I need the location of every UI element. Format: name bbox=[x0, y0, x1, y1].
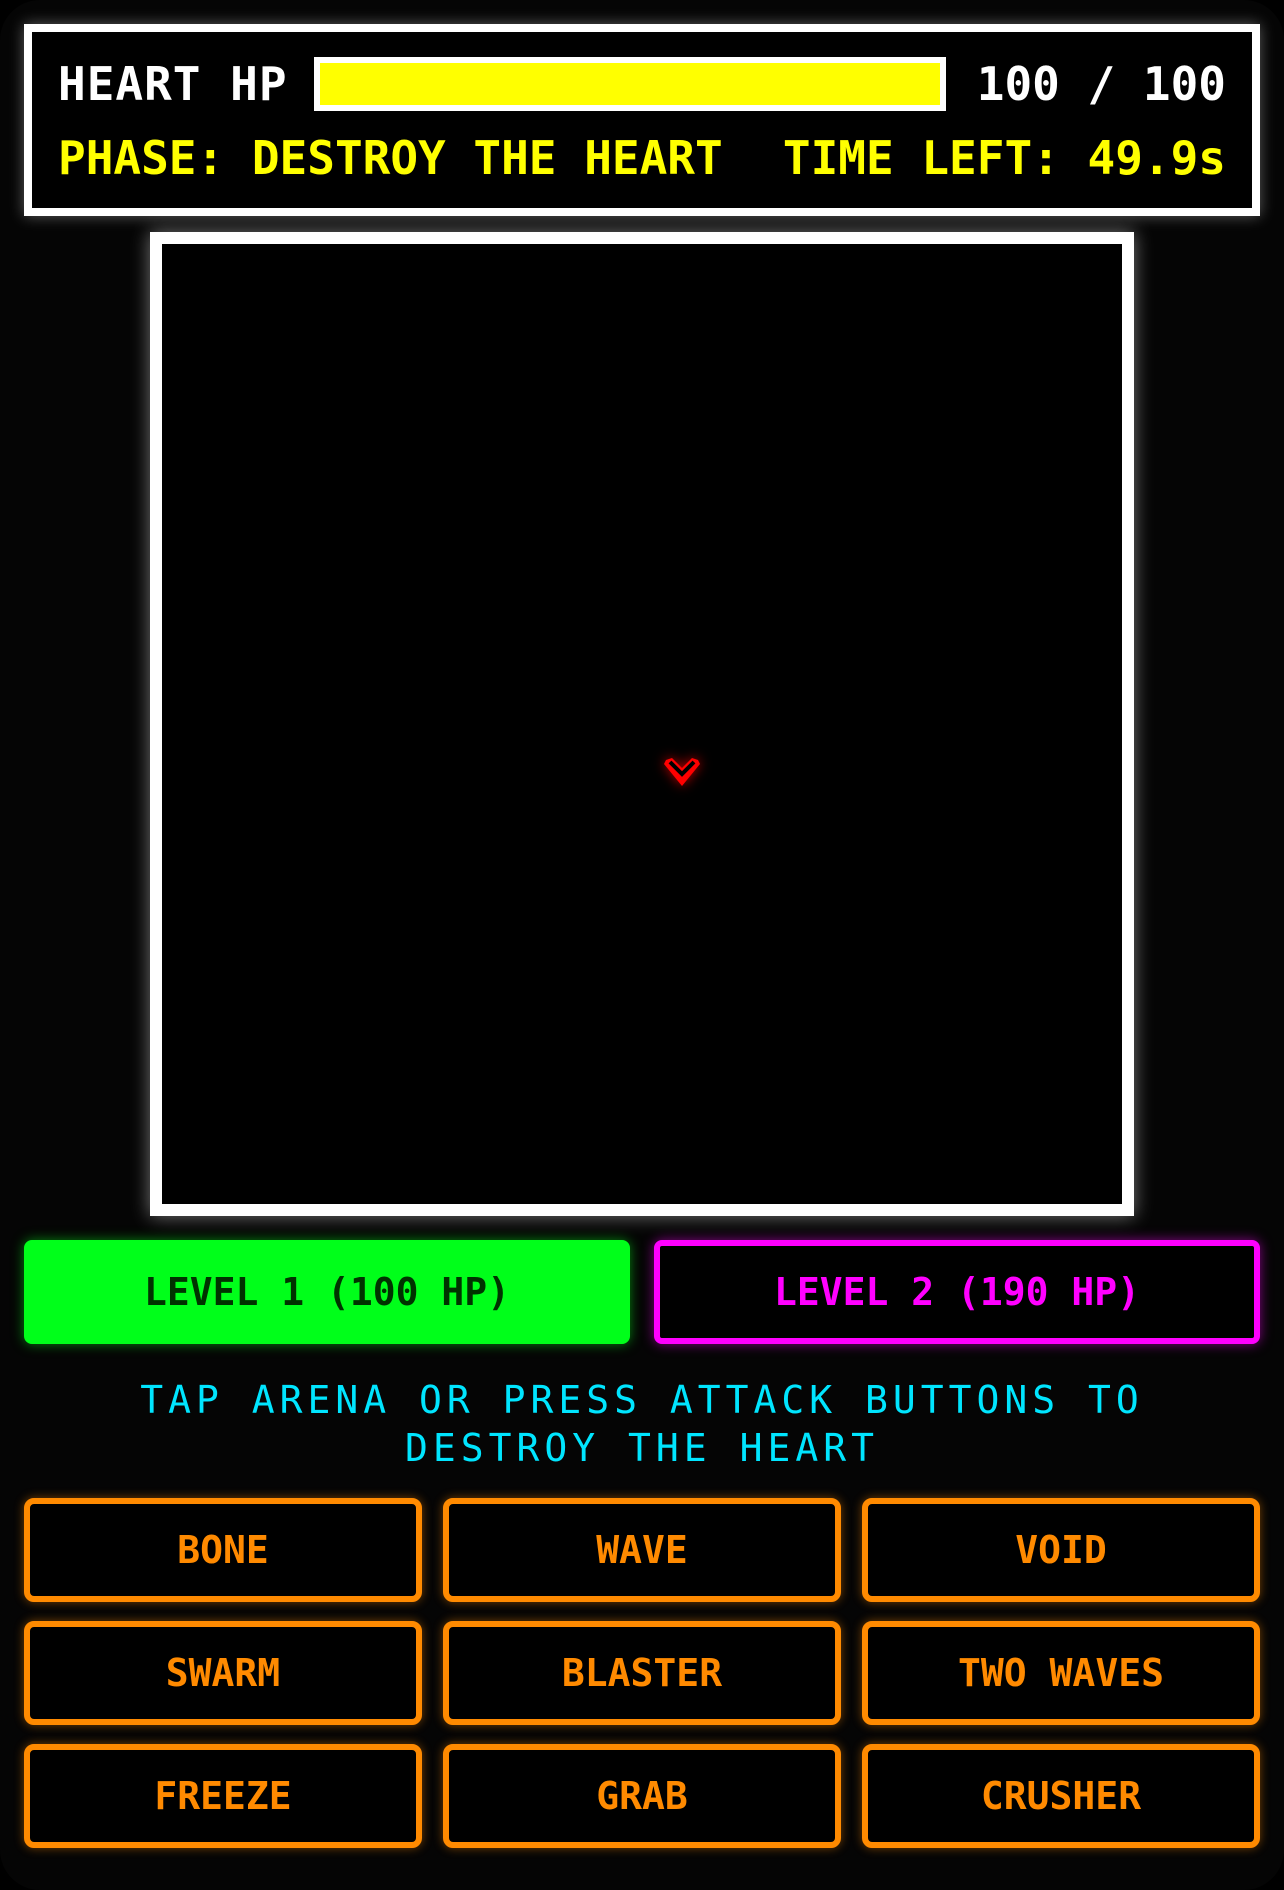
hp-bar-fill bbox=[319, 63, 940, 105]
attack-blaster-button[interactable]: BLASTER bbox=[443, 1621, 841, 1725]
attack-bone-button[interactable]: BONE bbox=[24, 1498, 422, 1602]
hp-label: HEART HP bbox=[58, 57, 288, 111]
level-1-button[interactable]: LEVEL 1 (100 HP) bbox=[24, 1240, 630, 1344]
hud-panel: HEART HP 100 / 100 PHASE: DESTROY THE HE… bbox=[24, 24, 1260, 216]
attack-crusher-button[interactable]: CRUSHER bbox=[862, 1744, 1260, 1848]
instructions-text: TAP ARENA OR PRESS ATTACK BUTTONS TO DES… bbox=[140, 1378, 1144, 1470]
attack-freeze-button[interactable]: FREEZE bbox=[24, 1744, 422, 1848]
phase-text: PHASE: DESTROY THE HEART bbox=[58, 131, 723, 185]
attack-void-button[interactable]: VOID bbox=[862, 1498, 1260, 1602]
battle-arena[interactable] bbox=[150, 232, 1134, 1216]
hp-row: HEART HP 100 / 100 bbox=[58, 54, 1226, 114]
attack-button-grid: BONE WAVE VOID SWARM BLASTER TWO WAVES F… bbox=[24, 1498, 1260, 1848]
attack-wave-button[interactable]: WAVE bbox=[443, 1498, 841, 1602]
time-left: TIME LEFT: 49.9s bbox=[782, 131, 1226, 185]
attack-grab-button[interactable]: GRAB bbox=[443, 1744, 841, 1848]
level-2-button[interactable]: LEVEL 2 (190 HP) bbox=[654, 1240, 1260, 1344]
attack-swarm-button[interactable]: SWARM bbox=[24, 1621, 422, 1725]
game-screen: HEART HP 100 / 100 PHASE: DESTROY THE HE… bbox=[0, 0, 1284, 1890]
heart-icon bbox=[664, 758, 700, 786]
hp-bar bbox=[313, 57, 946, 111]
attack-two-waves-button[interactable]: TWO WAVES bbox=[862, 1621, 1260, 1725]
hp-value: 100 / 100 bbox=[976, 57, 1226, 111]
phase-row: PHASE: DESTROY THE HEART TIME LEFT: 49.9… bbox=[58, 128, 1226, 188]
